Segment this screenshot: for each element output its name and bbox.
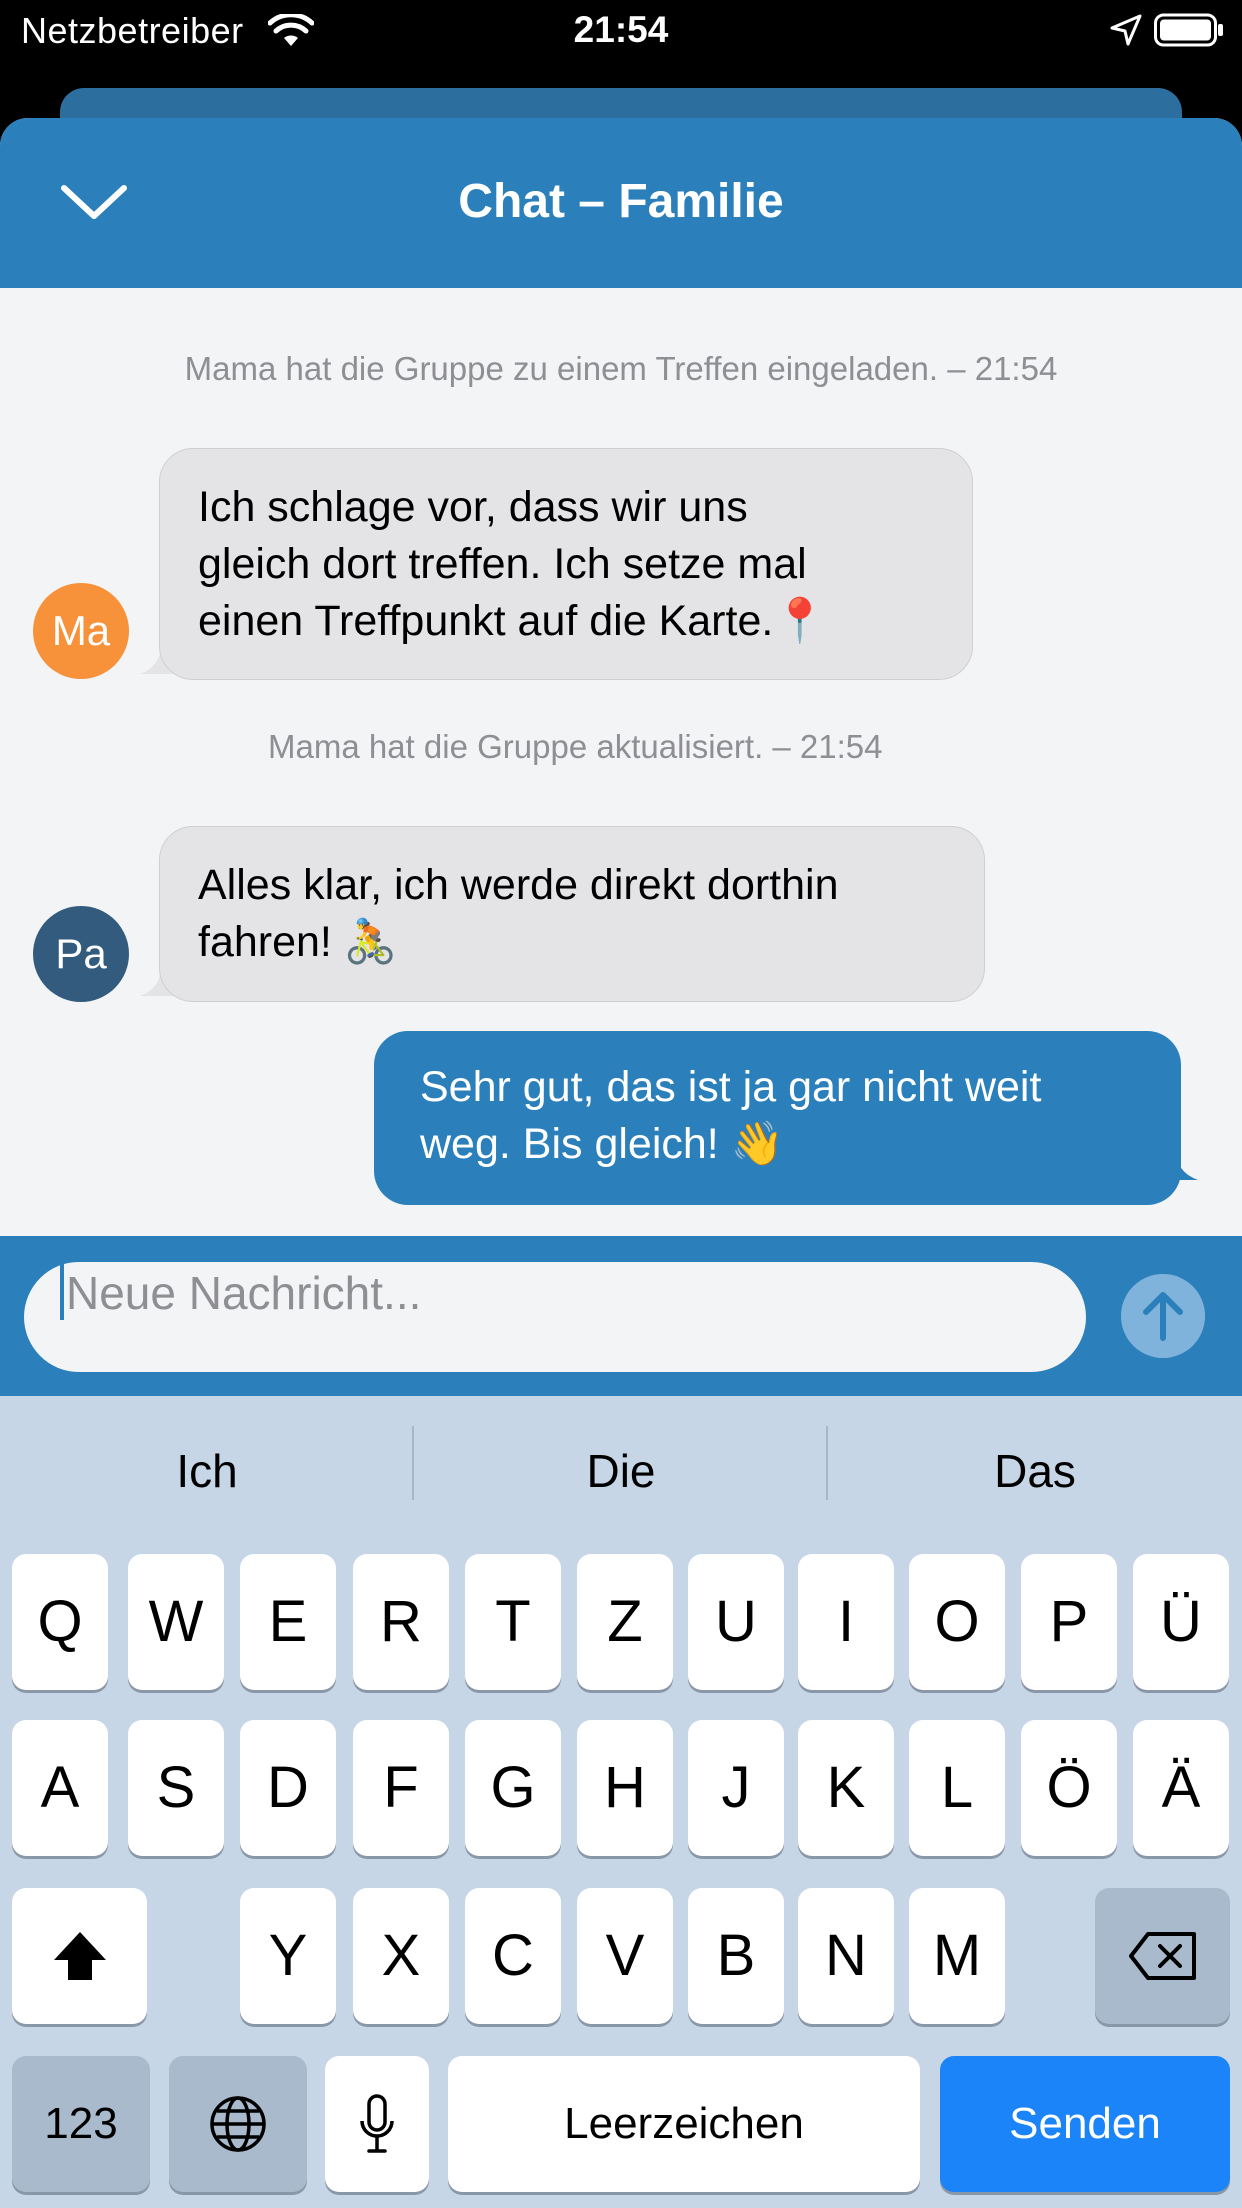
suggestion-3[interactable]: Das [828,1396,1242,1546]
message-line: fahren! 🚴 [198,918,398,966]
key[interactable]: A [12,1720,108,1856]
key[interactable]: T [465,1554,561,1690]
key[interactable]: Ä [1133,1720,1229,1856]
message-line: Sehr gut, das ist ja gar nicht weit [420,1063,1042,1111]
key[interactable]: J [688,1720,784,1856]
avatar-initials: Ma [51,607,111,654]
key[interactable]: E [240,1554,336,1690]
key[interactable]: K [798,1720,894,1856]
message-bubble-outgoing[interactable]: Sehr gut, das ist ja gar nicht weit weg.… [374,1031,1181,1205]
message-line: weg. Bis gleich! 👋 [420,1120,785,1168]
space-key[interactable]: Leerzeichen [448,2056,920,2192]
globe-key[interactable] [169,2056,307,2192]
key[interactable]: F [353,1720,449,1856]
numbers-key[interactable]: 123 [12,2056,150,2192]
backspace-key[interactable] [1095,1888,1230,2024]
message-list: Mama hat die Gruppe zu einem Treffen ein… [0,288,1242,1236]
key[interactable]: H [577,1720,673,1856]
message-line: gleich dort treffen. Ich setze mal [198,540,807,588]
message-line: einen Treffpunkt auf die Karte.📍 [198,597,827,645]
key[interactable]: N [798,1888,894,2024]
microphone-icon [360,2094,394,2153]
key[interactable]: D [240,1720,336,1856]
keyboard: Ich Die Das Q W E R T Z U I O P Ü A S D … [0,1396,1242,2208]
message-line: Ich schlage vor, dass wir uns [198,483,748,531]
system-message: Mama hat die Gruppe aktualisiert. – 21:5… [268,728,883,765]
key[interactable]: I [798,1554,894,1690]
message-bubble[interactable]: Alles klar, ich werde direkt dorthin fah… [159,826,985,1002]
shift-key[interactable] [12,1888,147,2024]
clock: 21:54 [573,9,669,50]
text-caret [60,1264,64,1320]
avatar-papa: Pa [33,906,129,1002]
send-key[interactable]: Senden [940,2056,1230,2192]
key[interactable]: Q [12,1554,108,1690]
nav-bar: Chat – Familie [0,118,1242,288]
key[interactable]: U [688,1554,784,1690]
message-line: Alles klar, ich werde direkt dorthin [198,861,839,909]
key[interactable]: L [909,1720,1005,1856]
arrow-up-icon[interactable] [1121,1274,1205,1358]
avatar-mama: Ma [33,583,129,679]
suggestion-1[interactable]: Ich [0,1396,414,1546]
chat-sheet: Chat – Familie Mama hat die Gruppe zu ei… [0,118,1242,2208]
message-input[interactable] [24,1262,1086,1372]
key[interactable]: O [909,1554,1005,1690]
key[interactable]: S [128,1720,224,1856]
key[interactable]: C [465,1888,561,2024]
key[interactable]: Y [240,1888,336,2024]
composer-bar: Neue Nachricht... [0,1236,1242,1396]
key[interactable]: B [688,1888,784,2024]
system-message: Mama hat die Gruppe zu einem Treffen ein… [184,350,1058,387]
battery-icon [1154,13,1223,47]
status-bar: Netzbetreiber 21:54 [0,0,1242,62]
microphone-key[interactable] [325,2056,429,2192]
key[interactable]: Ö [1021,1720,1117,1856]
key[interactable]: M [909,1888,1005,2024]
key[interactable]: X [353,1888,449,2024]
message-bubble[interactable]: Ich schlage vor, dass wir uns gleich dor… [159,448,973,680]
location-arrow-icon [1110,14,1142,46]
key[interactable]: R [353,1554,449,1690]
key[interactable]: G [465,1720,561,1856]
key[interactable]: P [1021,1554,1117,1690]
key[interactable]: Z [577,1554,673,1690]
key[interactable]: V [577,1888,673,2024]
globe-icon [210,2096,266,2152]
shift-icon [53,1932,106,1980]
page-title: Chat – Familie [458,175,784,228]
suggestion-2[interactable]: Die [414,1396,828,1546]
key[interactable]: W [128,1554,224,1690]
backspace-icon [1128,1932,1196,1980]
avatar-initials: Pa [55,930,107,977]
key[interactable]: Ü [1133,1554,1229,1690]
